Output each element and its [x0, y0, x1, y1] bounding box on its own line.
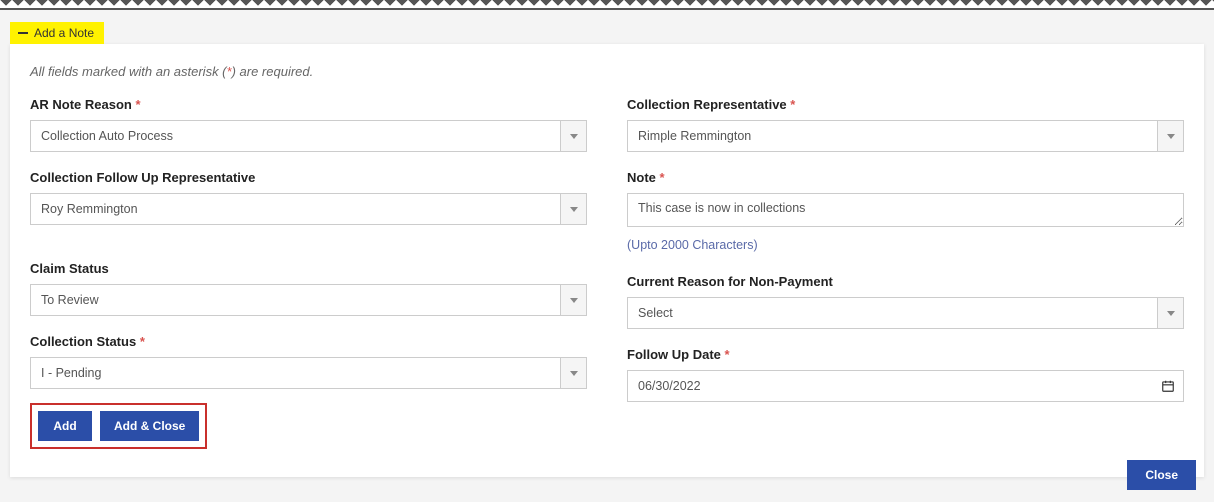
right-column: Collection Representative * Rimple Remmi…: [627, 97, 1184, 449]
dropdown-toggle[interactable]: [560, 358, 586, 388]
note-textarea[interactable]: [627, 193, 1184, 227]
section-title: Add a Note: [34, 26, 94, 40]
selected-value: Roy Remmington: [31, 194, 560, 224]
label-claim-status: Claim Status: [30, 261, 587, 276]
select-follow-up-rep[interactable]: Roy Remmington: [30, 193, 587, 225]
spacer: [30, 243, 587, 261]
chevron-down-icon: [570, 371, 578, 376]
selected-value: To Review: [31, 285, 560, 315]
required-fields-instruction: All fields marked with an asterisk (*) a…: [30, 64, 1184, 79]
dropdown-toggle[interactable]: [560, 285, 586, 315]
select-collection-rep[interactable]: Rimple Remmington: [627, 120, 1184, 152]
chevron-down-icon: [570, 134, 578, 139]
add-button[interactable]: Add: [38, 411, 92, 441]
minus-icon: [18, 32, 28, 34]
select-claim-status[interactable]: To Review: [30, 284, 587, 316]
field-follow-up-date: Follow Up Date * 06/30/2022: [627, 347, 1184, 402]
follow-up-date-input[interactable]: 06/30/2022: [627, 370, 1184, 402]
chevron-down-icon: [1167, 134, 1175, 139]
add-buttons-highlight: Add Add & Close: [30, 403, 207, 449]
select-collection-status[interactable]: I - Pending: [30, 357, 587, 389]
dropdown-toggle[interactable]: [1157, 298, 1183, 328]
chevron-down-icon: [1167, 311, 1175, 316]
label-note: Note *: [627, 170, 1184, 185]
label-follow-up-rep: Collection Follow Up Representative: [30, 170, 587, 185]
selected-value: Select: [628, 298, 1157, 328]
panel-wrap: Add a Note All fields marked with an ast…: [0, 22, 1214, 477]
field-follow-up-rep: Collection Follow Up Representative Roy …: [30, 170, 587, 225]
left-column: AR Note Reason * Collection Auto Process…: [30, 97, 587, 449]
field-collection-status: Collection Status * I - Pending: [30, 334, 587, 389]
label-ar-note-reason: AR Note Reason *: [30, 97, 587, 112]
select-reason-nonpayment[interactable]: Select: [627, 297, 1184, 329]
add-and-close-button[interactable]: Add & Close: [100, 411, 199, 441]
selected-value: Collection Auto Process: [31, 121, 560, 151]
field-note: Note * (Upto 2000 Characters): [627, 170, 1184, 252]
dropdown-toggle[interactable]: [1157, 121, 1183, 151]
form-container: All fields marked with an asterisk (*) a…: [10, 44, 1204, 477]
field-reason-nonpayment: Current Reason for Non-Payment Select: [627, 274, 1184, 329]
label-reason-nonpayment: Current Reason for Non-Payment: [627, 274, 1184, 289]
label-follow-up-date: Follow Up Date *: [627, 347, 1184, 362]
form-columns: AR Note Reason * Collection Auto Process…: [30, 97, 1184, 449]
select-ar-note-reason[interactable]: Collection Auto Process: [30, 120, 587, 152]
chevron-down-icon: [570, 207, 578, 212]
label-collection-rep: Collection Representative *: [627, 97, 1184, 112]
label-collection-status: Collection Status *: [30, 334, 587, 349]
selected-value: Rimple Remmington: [628, 121, 1157, 151]
field-ar-note-reason: AR Note Reason * Collection Auto Process: [30, 97, 587, 152]
chevron-down-icon: [570, 298, 578, 303]
note-char-hint: (Upto 2000 Characters): [627, 238, 1184, 252]
field-collection-rep: Collection Representative * Rimple Remmi…: [627, 97, 1184, 152]
spacer: [627, 256, 1184, 274]
calendar-icon: [1161, 379, 1175, 393]
selected-value: I - Pending: [31, 358, 560, 388]
dropdown-toggle[interactable]: [560, 194, 586, 224]
date-value: 06/30/2022: [638, 379, 701, 393]
section-header-add-note[interactable]: Add a Note: [10, 22, 104, 44]
footer-close-wrap: Close: [1127, 460, 1196, 490]
dropdown-toggle[interactable]: [560, 121, 586, 151]
close-button[interactable]: Close: [1127, 460, 1196, 490]
decorative-top-edge: [0, 0, 1214, 10]
field-claim-status: Claim Status To Review: [30, 261, 587, 316]
